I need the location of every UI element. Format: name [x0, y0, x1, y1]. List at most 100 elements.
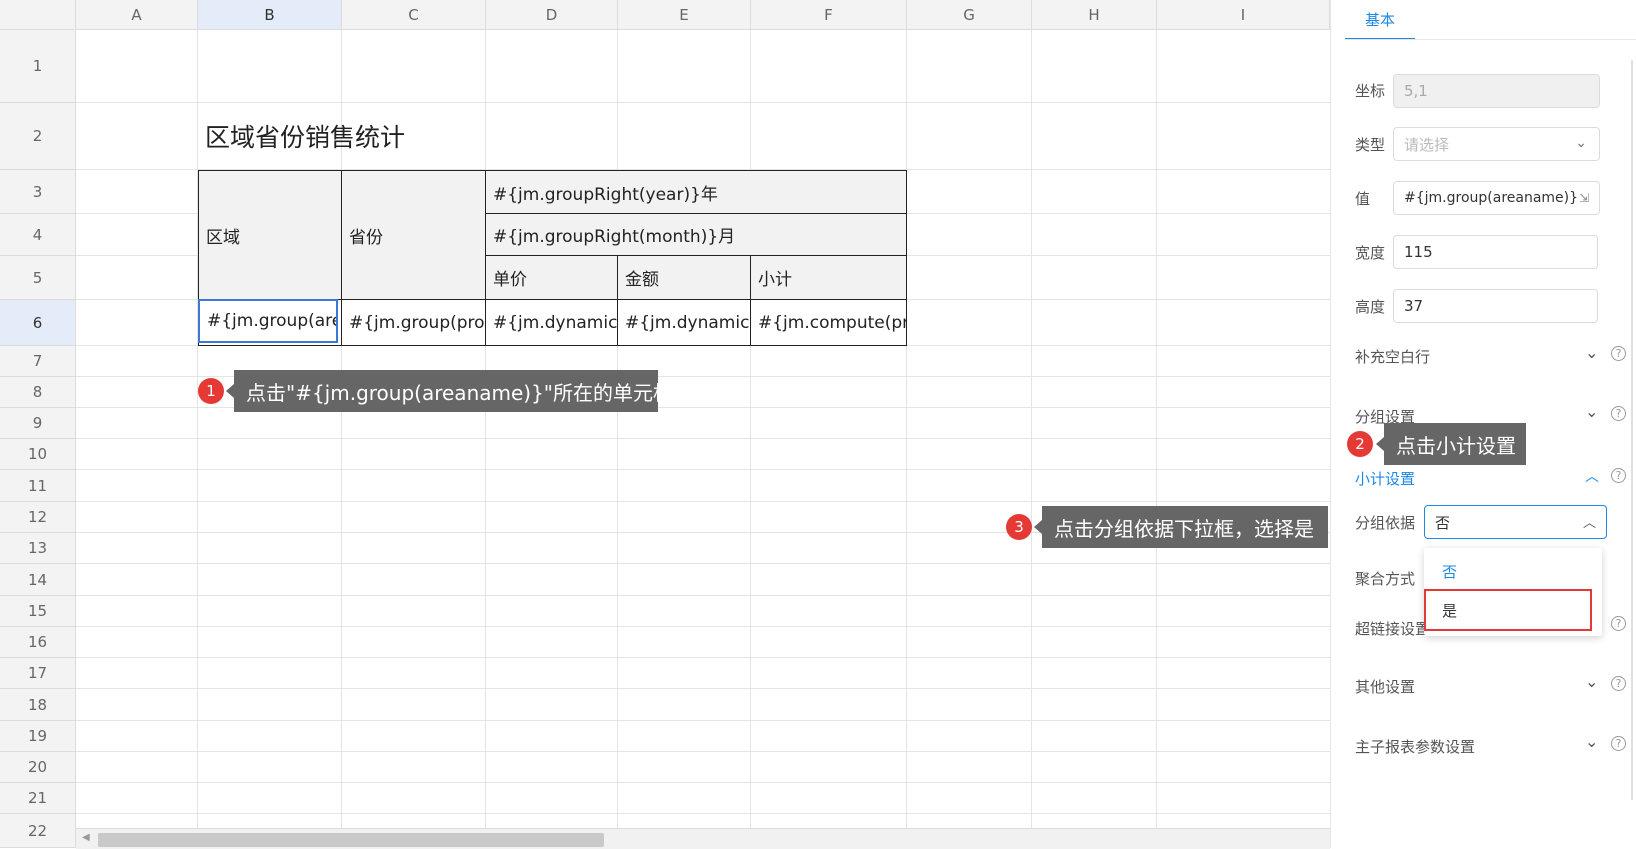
option-no[interactable]: 否	[1424, 553, 1602, 589]
col-header-d[interactable]: D	[486, 0, 618, 30]
height-field[interactable]: 37	[1393, 289, 1598, 323]
row-header-4[interactable]: 4	[0, 214, 76, 256]
cell-year-header[interactable]: #{jm.groupRight(year)}年	[485, 170, 907, 214]
step-badge-1: 1	[198, 378, 224, 404]
step-badge-3: 3	[1006, 514, 1032, 540]
type-label: 类型	[1355, 136, 1386, 154]
grid-line	[76, 501, 1330, 502]
grid-line	[76, 595, 1330, 596]
cell-month-header[interactable]: #{jm.groupRight(month)}月	[485, 213, 907, 256]
highlight-box	[1424, 589, 1592, 631]
chevron-down-icon[interactable]: ⌄	[1585, 732, 1598, 751]
col-header-b[interactable]: B	[198, 0, 342, 30]
aggregation-label: 聚合方式	[1355, 570, 1416, 588]
row-header-1[interactable]: 1	[0, 30, 76, 103]
section-blank-rows[interactable]: 补充空白行	[1355, 346, 1430, 367]
cell-amount[interactable]: 金额	[617, 255, 751, 300]
row-header-9[interactable]: 9	[0, 408, 76, 439]
grid-line	[76, 438, 1330, 439]
col-header-f[interactable]: F	[751, 0, 907, 30]
group-basis-label: 分组依据	[1355, 514, 1416, 532]
row-header-15[interactable]: 15	[0, 596, 76, 627]
row-header-13[interactable]: 13	[0, 533, 76, 564]
cell-compute[interactable]: #{jm.compute(pric	[750, 299, 907, 346]
width-field[interactable]: 115	[1393, 235, 1598, 269]
row-header-5[interactable]: 5	[0, 256, 76, 300]
row-header-21[interactable]: 21	[0, 783, 76, 814]
cell-unit-price[interactable]: 单价	[485, 255, 618, 300]
value-field[interactable]: #{jm.group(areaname)} ⇲	[1393, 181, 1600, 215]
hyperlink-settings-label[interactable]: 超链接设置	[1355, 618, 1430, 639]
row-header-20[interactable]: 20	[0, 752, 76, 783]
chevron-up-icon[interactable]: ︿	[1585, 466, 1599, 486]
help-icon[interactable]: ?	[1611, 736, 1626, 751]
chevron-down-icon[interactable]: ⌄	[1585, 343, 1598, 362]
cell-region-header[interactable]: 区域	[198, 170, 342, 300]
row-header-18[interactable]: 18	[0, 689, 76, 721]
horizontal-scrollbar-thumb[interactable]	[98, 833, 604, 847]
grid-line	[76, 657, 1330, 658]
chevron-down-icon[interactable]: ⌄	[1585, 672, 1598, 691]
row-header-22[interactable]: 22	[0, 814, 76, 848]
group-basis-select[interactable]: 否 ︿	[1424, 505, 1607, 539]
grid-line	[76, 102, 1330, 103]
cell-subtotal[interactable]: 小计	[750, 255, 907, 300]
col-header-a[interactable]: A	[76, 0, 198, 30]
corner-header[interactable]	[0, 0, 76, 30]
col-header-c[interactable]: C	[342, 0, 486, 30]
grid-line	[76, 720, 1330, 721]
row-header-11[interactable]: 11	[0, 470, 76, 502]
cell-dynamic-price[interactable]: #{jm.dynamic(p	[485, 299, 618, 346]
step-badge-2: 2	[1347, 431, 1373, 457]
type-select[interactable]: 请选择 ⌄	[1393, 127, 1600, 161]
chevron-up-icon: ︿	[1582, 516, 1596, 531]
cell-dynamic-amount[interactable]: #{jm.dynamic(a	[617, 299, 751, 346]
help-icon[interactable]: ?	[1611, 616, 1626, 631]
spreadsheet-grid[interactable]: A B C D E F G H I 1 2 3 4 5 6 7 8 9 10 1…	[0, 0, 1330, 849]
tab-basic[interactable]: 基本	[1345, 0, 1415, 40]
scroll-left-arrow-icon[interactable]: ◀	[82, 832, 90, 843]
grid-line	[906, 30, 907, 828]
section-master-sub-params[interactable]: 主子报表参数设置	[1355, 736, 1475, 757]
panel-scrollbar[interactable]	[1631, 60, 1633, 800]
col-header-e[interactable]: E	[618, 0, 751, 30]
help-icon[interactable]: ?	[1611, 346, 1626, 361]
help-icon[interactable]: ?	[1611, 676, 1626, 691]
chevron-down-icon: ⌄	[1575, 135, 1587, 151]
report-title[interactable]: 区域省份销售统计	[205, 118, 405, 154]
section-other-settings[interactable]: 其他设置	[1355, 676, 1415, 697]
cell-province-group[interactable]: #{jm.group(provi	[341, 299, 486, 346]
row-header-10[interactable]: 10	[0, 439, 76, 470]
row-header-2[interactable]: 2	[0, 103, 76, 170]
value-field-text: #{jm.group(areaname)}	[1404, 190, 1579, 206]
grid-line	[1156, 30, 1157, 828]
col-header-g[interactable]: G	[907, 0, 1032, 30]
chevron-down-icon[interactable]: ⌄	[1585, 402, 1598, 421]
help-icon[interactable]: ?	[1611, 468, 1626, 483]
row-header-7[interactable]: 7	[0, 346, 76, 377]
cell-area-group-selected[interactable]: #{jm.group(area	[198, 299, 338, 343]
grid-line	[197, 30, 198, 828]
row-header-12[interactable]: 12	[0, 502, 76, 533]
grid-line	[750, 30, 751, 828]
row-header-19[interactable]: 19	[0, 721, 76, 752]
section-subtotal-settings[interactable]: 小计设置	[1355, 468, 1415, 489]
tooltip-step-1: 点击"#{jm.group(areaname)}"所在的单元格	[226, 370, 673, 412]
row-header-3[interactable]: 3	[0, 170, 76, 214]
col-header-h[interactable]: H	[1032, 0, 1157, 30]
row-header-14[interactable]: 14	[0, 564, 76, 596]
row-header-17[interactable]: 17	[0, 658, 76, 689]
help-icon[interactable]: ?	[1611, 406, 1626, 421]
row-header-16[interactable]: 16	[0, 627, 76, 658]
cell-province-header[interactable]: 省份	[341, 170, 486, 300]
grid-line	[76, 563, 1330, 564]
row-header-8[interactable]: 8	[0, 377, 76, 408]
coord-field: 5,1	[1393, 74, 1600, 108]
col-header-i[interactable]: I	[1157, 0, 1330, 30]
value-label: 值	[1355, 190, 1371, 208]
type-select-placeholder: 请选择	[1404, 135, 1450, 154]
collapse-icon[interactable]: ⇲	[1579, 191, 1589, 205]
grid-line	[1031, 30, 1032, 828]
row-header-6[interactable]: 6	[0, 300, 76, 346]
tooltip-step-2: 点击小计设置	[1376, 423, 1526, 465]
